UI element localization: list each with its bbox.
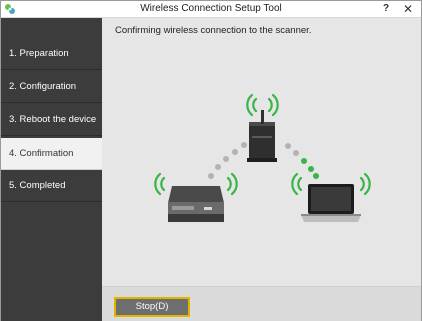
- step-confirmation: 4. Confirmation: [1, 138, 102, 170]
- router-laptop-dots: [285, 143, 319, 179]
- steps-sidebar: 1. Preparation 2. Configuration 3. Reboo…: [1, 18, 102, 321]
- step-completed: 5. Completed: [1, 170, 102, 202]
- window-title: Wireless Connection Setup Tool: [140, 3, 282, 14]
- laptop-icon: [301, 184, 361, 222]
- scanner-icon: [168, 186, 224, 222]
- stop-button[interactable]: Stop(D): [114, 297, 190, 317]
- close-button[interactable]: ✕: [395, 1, 421, 17]
- step-configuration: 2. Configuration: [1, 71, 102, 103]
- title-bar: Wireless Connection Setup Tool ? ✕: [1, 1, 421, 18]
- footer-bar: Stop(D): [102, 286, 421, 321]
- connection-illustration: [154, 93, 371, 222]
- help-button[interactable]: ?: [379, 1, 393, 17]
- setup-tool-window: Wireless Connection Setup Tool ? ✕ 1. Pr…: [0, 0, 422, 321]
- main-content: Confirming wireless connection to the sc…: [102, 18, 421, 321]
- step-preparation: 1. Preparation: [1, 38, 102, 70]
- step-reboot-device: 3. Reboot the device: [1, 104, 102, 136]
- scanner-router-dots: [208, 142, 247, 179]
- router-icon: [247, 110, 277, 162]
